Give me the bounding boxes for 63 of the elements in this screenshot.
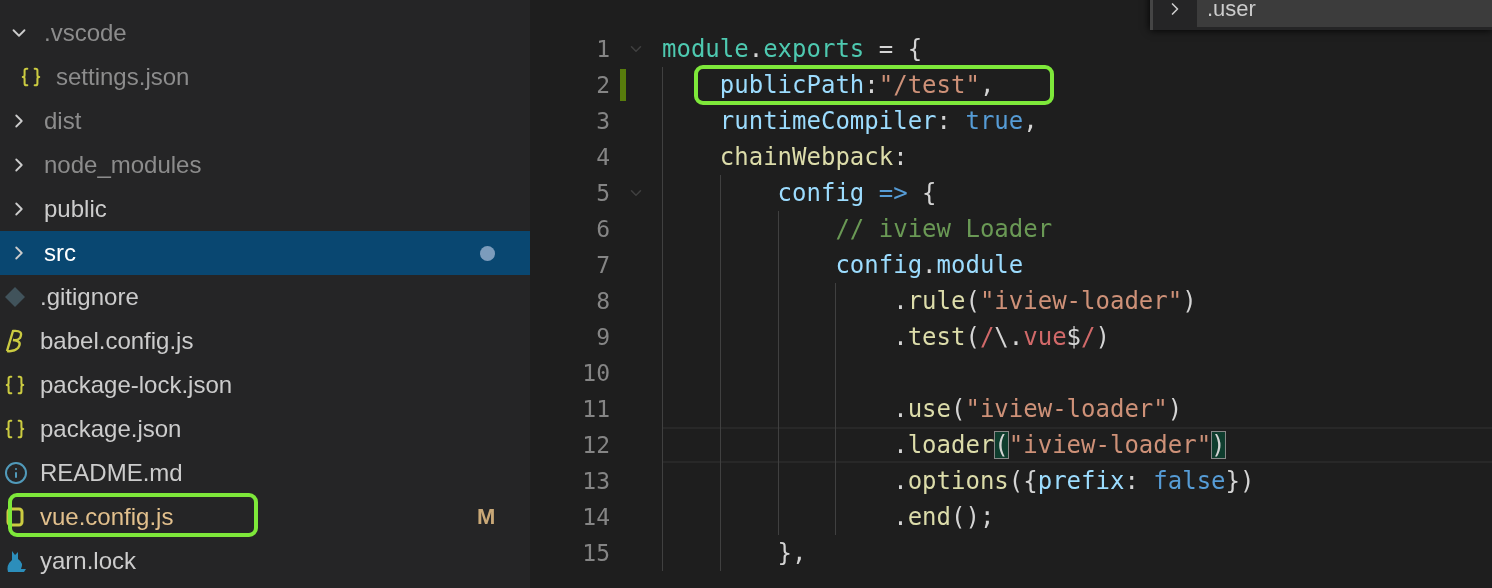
- code-line: publicPath:"/test",: [718, 71, 995, 99]
- file-tree-item[interactable]: node_modules: [0, 143, 530, 187]
- code-line: .options({prefix: false}): [892, 467, 1255, 495]
- braces-icon: [4, 374, 26, 396]
- info-icon: [4, 461, 28, 485]
- line-number: 4: [595, 144, 610, 170]
- code-line: .end();: [892, 503, 995, 531]
- file-tree-item[interactable]: .vscode: [0, 11, 530, 55]
- file-name: README.md: [40, 459, 183, 487]
- file-name: dist: [44, 107, 82, 135]
- code-line: .loader("iview-loader"): [892, 431, 1226, 459]
- file-name: babel.config.js: [40, 327, 194, 355]
- diamond-icon: [4, 286, 26, 308]
- code-line: chainWebpack:: [718, 143, 908, 171]
- file-name: node_modules: [44, 151, 202, 179]
- code-line: config.module: [834, 251, 1024, 279]
- file-tree-item[interactable]: settings.json: [0, 55, 530, 99]
- file-name: .gitignore: [40, 283, 139, 311]
- file-name: package.json: [40, 415, 182, 443]
- code-line: // iview Loader: [834, 215, 1053, 243]
- file-name: settings.json: [56, 63, 190, 91]
- file-name: src: [44, 239, 76, 267]
- braces-icon: [4, 418, 26, 440]
- line-number: 3: [595, 108, 610, 134]
- file-name: vue.config.js: [40, 503, 174, 531]
- file-tree-item[interactable]: dist: [0, 99, 530, 143]
- line-number: 11: [581, 396, 610, 422]
- line-number: 1: [595, 36, 610, 62]
- git-status: M: [477, 504, 496, 530]
- file-tree-item[interactable]: vue.config.js M: [0, 495, 530, 539]
- code-line: .use("iview-loader"): [892, 395, 1183, 423]
- code-line: module.exports = {: [662, 35, 923, 63]
- braces-icon: [20, 66, 42, 88]
- line-number: 15: [581, 540, 610, 566]
- file-tree-item[interactable]: babel.config.js: [0, 319, 530, 363]
- line-number: 14: [581, 504, 610, 530]
- code-line: .rule("iview-loader"): [892, 287, 1197, 315]
- file-tree-item[interactable]: package.json: [0, 407, 530, 451]
- code-line: runtimeCompiler: true,: [718, 107, 1038, 135]
- line-number: 13: [581, 468, 610, 494]
- code-line: config => {: [776, 179, 937, 207]
- code-line: },: [776, 539, 807, 567]
- file-tree-item[interactable]: src: [0, 231, 530, 275]
- file-tree-item[interactable]: yarn.lock: [0, 539, 530, 583]
- line-number: 5: [595, 180, 610, 206]
- line-number: 8: [595, 288, 610, 314]
- script-icon: [4, 506, 26, 528]
- file-tree-item[interactable]: README.md: [0, 451, 530, 495]
- code-line: .test(/\.vue$/): [892, 323, 1110, 351]
- line-number: 2: [595, 72, 610, 98]
- file-tree-item[interactable]: package-lock.json: [0, 363, 530, 407]
- line-number: 10: [581, 360, 610, 386]
- file-name: yarn.lock: [40, 547, 137, 575]
- line-number: 7: [595, 252, 610, 278]
- file-name: package-lock.json: [40, 371, 233, 399]
- file-tree-item[interactable]: .gitignore: [0, 275, 530, 319]
- find-input[interactable]: .user: [1197, 0, 1492, 27]
- line-number: 12: [581, 432, 610, 458]
- line-number: 9: [595, 324, 610, 350]
- file-name: .vscode: [44, 19, 127, 47]
- file-name: public: [44, 195, 107, 223]
- file-tree-item[interactable]: public: [0, 187, 530, 231]
- line-number: 6: [595, 216, 610, 242]
